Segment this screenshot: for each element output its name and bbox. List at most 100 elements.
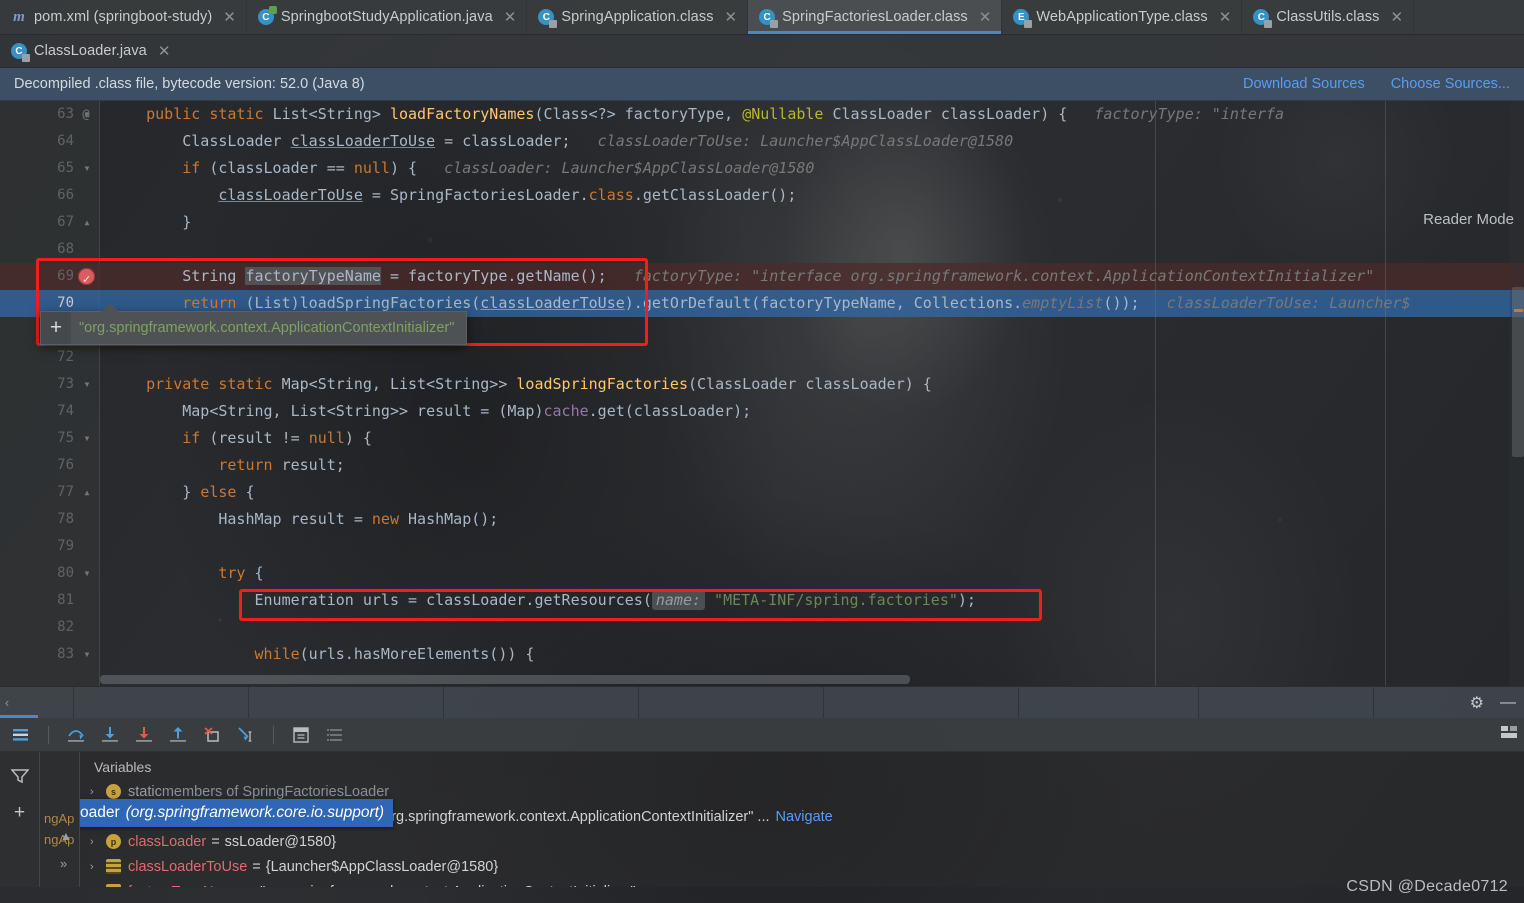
code-line-65[interactable]: 65 ▾ if (classLoader == null) { classLoad… <box>0 155 1524 182</box>
expand-arrow-icon[interactable]: › <box>90 836 106 848</box>
expand-arrow-icon[interactable]: › <box>90 886 106 888</box>
fold-collapse-icon[interactable]: ▾ <box>80 560 94 587</box>
close-icon[interactable]: ✕ <box>223 10 236 25</box>
drop-frame-icon[interactable] <box>201 724 223 746</box>
evaluate-expression-icon[interactable] <box>290 724 312 746</box>
debugger-tab-segment-8[interactable] <box>1199 687 1374 718</box>
frames-scroll-up-icon[interactable]: ▲ <box>60 829 72 843</box>
editor-tab-webapplicationtype-class[interactable]: E WebApplicationType.class ✕ <box>1002 0 1243 34</box>
close-icon[interactable]: ✕ <box>979 10 992 25</box>
code-line-79[interactable]: 79 <box>0 533 1524 560</box>
close-icon[interactable]: ✕ <box>725 10 738 25</box>
step-out-icon[interactable] <box>167 724 189 746</box>
variable-row[interactable]: › classLoaderToUse = {Launcher$AppClassLoad… <box>80 854 1524 879</box>
minimize-icon[interactable]: — <box>1500 694 1516 712</box>
variables-selection-tooltip[interactable]: esLoader (org.springframework.core.io.su… <box>80 799 394 827</box>
debugger-tab-segment-6[interactable] <box>824 687 1019 718</box>
code-line-72[interactable]: 72 <box>0 344 1524 371</box>
debugger-tab-segment-4[interactable] <box>444 687 639 718</box>
code-line-81[interactable]: 81 Enumeration urls = classLoader.getRes… <box>0 587 1524 614</box>
tab-label: SpringFactoriesLoader.class <box>782 9 968 25</box>
filter-icon[interactable] <box>9 768 30 789</box>
debugger-tab-segment-7[interactable] <box>1019 687 1199 718</box>
code-line-69[interactable]: 69 String factoryTypeName = factoryType.… <box>0 263 1524 293</box>
step-over-icon[interactable] <box>65 724 87 746</box>
code-editor[interactable]: 63 @ ▾ public static List<String> loadFact… <box>0 101 1524 686</box>
add-watch-icon[interactable]: + <box>14 803 25 822</box>
show-execution-point-icon[interactable] <box>10 724 32 746</box>
editor-tab-springapplication-class[interactable]: C SpringApplication.class ✕ <box>527 0 749 34</box>
editor-tab-classutils-class[interactable]: C ClassUtils.class ✕ <box>1242 0 1415 34</box>
debugger-panel[interactable]: + ngAp ngAp ▲ » Variables › s static membe… <box>0 752 1524 887</box>
debugger-tab-row[interactable]: ‹ ⚙ — <box>0 686 1524 718</box>
expand-arrow-icon[interactable]: › <box>90 786 106 798</box>
download-sources-link[interactable]: Download Sources <box>1243 76 1365 92</box>
code-line-76[interactable]: 76 return result; <box>0 452 1524 479</box>
code-lines[interactable]: 63 @ ▾ public static List<String> loadFact… <box>0 101 1524 668</box>
debugger-frames-column[interactable]: ngAp ngAp ▲ » <box>40 752 80 887</box>
fold-collapse-icon[interactable]: ▾ <box>80 641 94 668</box>
code-line-68[interactable]: 68 <box>0 236 1524 263</box>
debugger-tab-segment-5[interactable] <box>639 687 824 718</box>
layout-settings-icon[interactable] <box>1500 725 1518 744</box>
frame-item[interactable]: ngAp <box>40 808 79 829</box>
fold-collapse-icon[interactable]: ▾ <box>80 155 94 182</box>
popup-expand-button[interactable]: + <box>41 312 71 344</box>
editor-marker-bar[interactable] <box>1510 101 1524 686</box>
code-line-64[interactable]: 64 ClassLoader classLoaderToUse = classL… <box>0 128 1524 155</box>
code-line-75[interactable]: 75 ▾ if (result != null) { <box>0 425 1524 452</box>
code-line-73[interactable]: 73 ▾ private static Map<String, List<Stri… <box>0 371 1524 398</box>
choose-sources-link[interactable]: Choose Sources... <box>1391 76 1510 92</box>
force-step-into-icon[interactable] <box>133 724 155 746</box>
gear-icon[interactable]: ⚙ <box>1470 693 1484 713</box>
code-line-78[interactable]: 78 HashMap result = new HashMap(); <box>0 506 1524 533</box>
close-icon[interactable]: ✕ <box>1390 10 1403 25</box>
step-into-icon[interactable] <box>99 724 121 746</box>
code-line-82[interactable]: 82 <box>0 614 1524 641</box>
expand-arrow-icon[interactable]: › <box>90 861 106 873</box>
editor-scroll-thumb[interactable] <box>1512 287 1524 457</box>
reader-mode-label[interactable]: Reader Mode <box>1423 211 1514 228</box>
code-line-63[interactable]: 63 @ ▾ public static List<String> loadFact… <box>0 101 1524 128</box>
editor-tab-springfactoriesloader-class[interactable]: C SpringFactoriesLoader.class ✕ <box>748 0 1003 34</box>
code-line-66[interactable]: 66 classLoaderToUse = SpringFactoriesLoa… <box>0 182 1524 209</box>
editor-horizontal-scrollbar[interactable] <box>100 675 1510 684</box>
debugger-side-rail[interactable]: + <box>0 752 40 887</box>
settings-list-icon[interactable] <box>324 724 346 746</box>
collapse-left-icon[interactable]: ‹ <box>0 687 14 719</box>
code-line-67[interactable]: 67 ▴ } <box>0 209 1524 236</box>
breakpoint-icon[interactable] <box>78 266 95 293</box>
code-line-83[interactable]: 83 ▾ while(urls.hasMoreElements()) { <box>0 641 1524 668</box>
code-line-80[interactable]: 80 ▾ try { <box>0 560 1524 587</box>
editor-hscroll-thumb[interactable] <box>100 675 910 684</box>
editor-tab-pom-xml-springboot-study-[interactable]: m pom.xml (springboot-study) ✕ <box>0 0 247 34</box>
code-line-74[interactable]: 74 Map<String, List<String>> result = (M… <box>0 398 1524 425</box>
variable-row[interactable]: › factoryTypeName = "org.springframework.co… <box>80 879 1524 887</box>
editor-tab-classloader-java[interactable]: C ClassLoader.java ✕ <box>0 35 182 67</box>
debugger-tab-segment-1[interactable] <box>14 687 74 718</box>
fold-collapse-icon[interactable]: ▾ <box>80 101 94 128</box>
debugger-toolbar[interactable] <box>0 718 1524 752</box>
debugger-tab-segment-3[interactable] <box>249 687 444 718</box>
close-icon[interactable]: ✕ <box>504 10 517 25</box>
code-line-77[interactable]: 77 ▴ } else { <box>0 479 1524 506</box>
fold-collapse-icon[interactable]: ▾ <box>80 371 94 398</box>
marker-warning[interactable] <box>1514 309 1523 312</box>
tab-label: pom.xml (springboot-study) <box>34 9 213 25</box>
close-icon[interactable]: ✕ <box>1219 10 1232 25</box>
debugger-tab-segment-2[interactable] <box>74 687 249 718</box>
run-to-cursor-icon[interactable] <box>235 724 257 746</box>
code-text: Enumeration urls = classLoader.getResour… <box>110 590 976 610</box>
variable-row[interactable]: › p classLoader = ssLoader@1580} <box>80 829 1524 854</box>
fold-expand-icon[interactable]: ▴ <box>80 479 94 506</box>
fold-expand-icon[interactable]: ▴ <box>80 209 94 236</box>
navigate-link[interactable]: Navigate <box>776 809 833 825</box>
variables-pane[interactable]: Variables › s static members of SpringFact… <box>80 752 1524 887</box>
variables-list[interactable]: › s static members of SpringFactoriesLoade… <box>80 779 1524 887</box>
fold-collapse-icon[interactable]: ▾ <box>80 425 94 452</box>
frames-more-icon[interactable]: » <box>60 856 67 871</box>
variable-value: {Launcher$AppClassLoader@1580} <box>265 858 499 875</box>
value-hint-popup[interactable]: + "org.springframework.context.Applicati… <box>40 303 468 345</box>
close-icon[interactable]: ✕ <box>158 44 171 59</box>
editor-tab-springbootstudyapplication-java[interactable]: C SpringbootStudyApplication.java ✕ <box>247 0 528 34</box>
